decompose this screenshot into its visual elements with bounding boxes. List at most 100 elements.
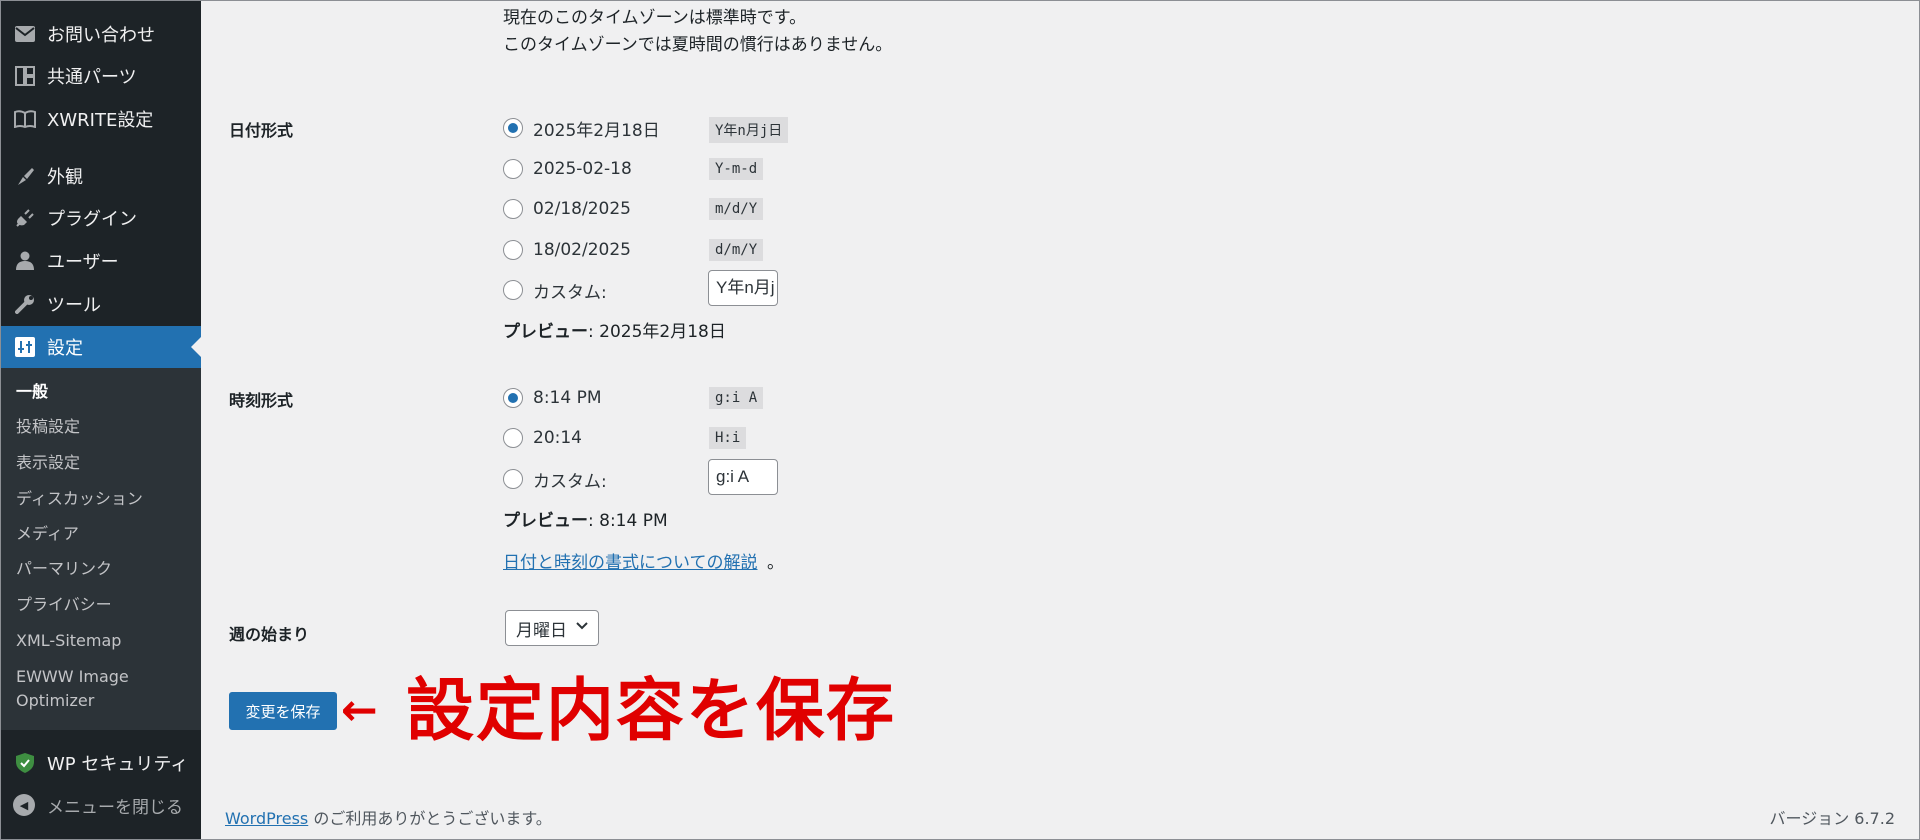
wrench-icon [13, 292, 37, 316]
wordpress-link[interactable]: WordPress [225, 809, 308, 828]
submenu-item-permalinks[interactable]: パーマリンク [16, 557, 112, 581]
date-option-4[interactable]: 18/02/2025 [503, 235, 631, 265]
sidebar-item-label: XWRITE設定 [47, 110, 154, 131]
submenu-item-ewww-line1: EWWW Image [16, 667, 129, 686]
date-option-4-label[interactable]: 18/02/2025 [533, 240, 631, 260]
plugin-icon [13, 206, 37, 230]
date-option-2-code: Y-m-d [709, 158, 764, 180]
sidebar-item-xwrite[interactable]: XWRITE設定 [1, 98, 201, 140]
user-icon [13, 249, 37, 273]
collapse-arrow-icon: ◀ [13, 794, 35, 816]
time-option-1-label[interactable]: 8:14 PM [533, 388, 602, 408]
timezone-note-1: 現在のこのタイムゾーンは標準時です。 [503, 8, 807, 28]
submenu-item-writing[interactable]: 投稿設定 [16, 415, 80, 439]
submenu-item-discussion[interactable]: ディスカッション [16, 487, 143, 511]
save-changes-button[interactable]: 変更を保存 [229, 692, 337, 730]
admin-sidebar: お問い合わせ 共通パーツ XWRITE設定 外観 プラグイン ユーザー ツール … [1, 1, 201, 839]
book-icon [13, 107, 37, 131]
sidebar-item-tools[interactable]: ツール [1, 283, 201, 325]
time-custom-input[interactable]: g:i A [708, 459, 778, 495]
date-option-1-radio[interactable] [503, 118, 523, 138]
time-format-heading: 時刻形式 [229, 391, 294, 410]
shield-icon [13, 751, 37, 775]
date-format-heading: 日付形式 [229, 121, 294, 140]
settings-submenu: 一般 投稿設定 表示設定 ディスカッション メディア パーマリンク プライバシー… [1, 368, 201, 730]
date-option-3-code: m/d/Y [709, 198, 764, 220]
app-frame: お問い合わせ 共通パーツ XWRITE設定 外観 プラグイン ユーザー ツール … [0, 0, 1920, 840]
sidebar-item-plugins[interactable]: プラグイン [1, 197, 201, 239]
date-preview: プレビュー: 2025年2月18日 [503, 317, 726, 342]
date-time-doc-link[interactable]: 日付と時刻の書式についての解説 [503, 548, 758, 573]
sidebar-item-settings[interactable]: 設定 [1, 326, 201, 368]
date-option-1-code: Y年n月j日 [709, 117, 789, 143]
date-option-2[interactable]: 2025-02-18 [503, 154, 632, 184]
date-option-custom-label[interactable]: カスタム: [533, 278, 607, 303]
date-preview-value: : 2025年2月18日 [588, 322, 726, 342]
sidebar-item-label: ユーザー [47, 252, 119, 273]
time-option-1-radio[interactable] [503, 388, 523, 408]
sidebar-item-label: 共通パーツ [47, 67, 137, 88]
footer-version: バージョン 6.7.2 [1769, 809, 1895, 828]
sidebar-item-common-parts[interactable]: 共通パーツ [1, 55, 201, 97]
sidebar-item-label: お問い合わせ [47, 25, 155, 46]
sidebar-item-users[interactable]: ユーザー [1, 240, 201, 282]
sidebar-item-label: 設定 [47, 338, 83, 359]
time-option-2[interactable]: 20:14 [503, 423, 582, 453]
date-option-1[interactable]: 2025年2月18日 [503, 113, 660, 143]
footer-thanks-text: のご利用ありがとうございます。 [308, 809, 552, 828]
doc-link-period: 。 [767, 553, 784, 573]
submenu-item-reading[interactable]: 表示設定 [16, 451, 80, 475]
submenu-item-ewww[interactable]: EWWW Image Optimizer [16, 665, 129, 713]
time-option-custom-radio[interactable] [503, 469, 523, 489]
time-option-2-radio[interactable] [503, 428, 523, 448]
date-custom-input[interactable]: Y年n月j日 [708, 270, 778, 306]
time-option-2-code: H:i [709, 427, 747, 449]
sidebar-item-label: ツール [47, 295, 101, 316]
time-option-1-code: g:i A [709, 387, 764, 409]
sidebar-item-label: 外観 [47, 167, 83, 188]
date-option-4-radio[interactable] [503, 240, 523, 260]
date-option-2-label[interactable]: 2025-02-18 [533, 159, 632, 179]
date-option-custom[interactable]: カスタム: [503, 275, 607, 305]
time-preview-value: : 8:14 PM [588, 511, 668, 531]
annotation-arrow: ← [341, 685, 378, 736]
layout-blocks-icon [13, 64, 37, 88]
submenu-item-media[interactable]: メディア [16, 522, 79, 546]
sidebar-item-contact[interactable]: お問い合わせ [1, 13, 201, 55]
time-preview-label: プレビュー [503, 511, 588, 531]
chevron-down-icon [575, 619, 589, 637]
submenu-item-general[interactable]: 一般 [16, 380, 48, 404]
time-option-custom-label[interactable]: カスタム: [533, 467, 607, 492]
settings-main: 現在のこのタイムゾーンは標準時です。 このタイムゾーンでは夏時間の慣行はありませ… [201, 1, 1919, 839]
paintbrush-icon [13, 164, 37, 188]
sidebar-item-label: プラグイン [47, 209, 137, 230]
settings-icon [13, 335, 37, 359]
week-start-select[interactable]: 月曜日 [505, 610, 599, 646]
date-option-4-code: d/m/Y [709, 239, 764, 261]
date-preview-label: プレビュー [503, 322, 588, 342]
date-option-custom-radio[interactable] [503, 280, 523, 300]
annotation-text: 設定内容を保存 [406, 672, 897, 751]
submenu-item-privacy[interactable]: プライバシー [16, 593, 112, 617]
collapse-menu-label: メニューを閉じる [47, 797, 183, 818]
week-start-value: 月曜日 [516, 620, 567, 641]
sidebar-item-label: WP セキュリティ [47, 754, 189, 775]
sidebar-item-appearance[interactable]: 外観 [1, 155, 201, 197]
submenu-item-xml-sitemap[interactable]: XML-Sitemap [16, 629, 121, 653]
timezone-note-2: このタイムゾーンでは夏時間の慣行はありません。 [503, 35, 893, 55]
time-preview: プレビュー: 8:14 PM [503, 506, 668, 531]
mail-icon [13, 22, 37, 46]
collapse-menu-button[interactable]: ◀ メニューを閉じる [1, 787, 201, 823]
sidebar-item-wp-security[interactable]: WP セキュリティ [1, 742, 201, 784]
date-option-3[interactable]: 02/18/2025 [503, 194, 631, 224]
date-option-3-label[interactable]: 02/18/2025 [533, 199, 631, 219]
time-option-2-label[interactable]: 20:14 [533, 428, 582, 448]
date-option-1-label[interactable]: 2025年2月18日 [533, 116, 660, 141]
date-option-3-radio[interactable] [503, 199, 523, 219]
submenu-item-ewww-line2: Optimizer [16, 691, 95, 710]
time-option-1[interactable]: 8:14 PM [503, 383, 602, 413]
footer-thanks: WordPress のご利用ありがとうございます。 [225, 805, 552, 829]
time-option-custom[interactable]: カスタム: [503, 464, 607, 494]
week-start-heading: 週の始まり [229, 625, 310, 644]
date-option-2-radio[interactable] [503, 159, 523, 179]
